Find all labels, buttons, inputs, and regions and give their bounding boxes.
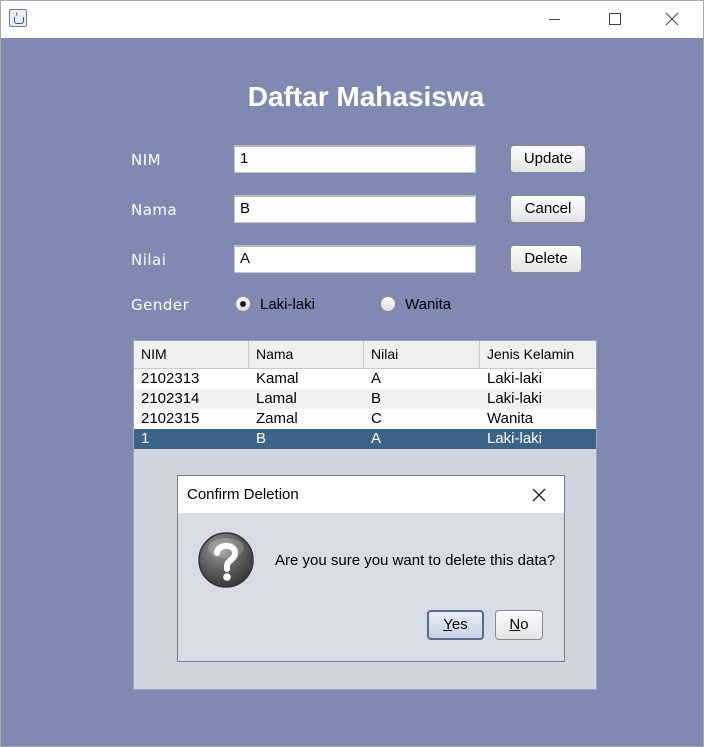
table-row[interactable]: 2102315 Zamal C Wanita (134, 409, 596, 429)
nim-field[interactable]: 1 (234, 145, 476, 173)
column-header-nilai[interactable]: Nilai (364, 341, 480, 368)
cell-nilai: B (371, 390, 382, 407)
cell-nilai: A (371, 430, 382, 447)
no-button[interactable]: No (495, 610, 543, 640)
minimize-button[interactable] (531, 1, 577, 38)
cell-nama: B (256, 430, 267, 447)
window-close-button[interactable] (649, 1, 695, 38)
dialog-title: Confirm Deletion (187, 486, 299, 503)
delete-button[interactable]: Delete (510, 245, 582, 273)
minimize-icon (549, 19, 560, 20)
column-header-jenis-kelamin[interactable]: Jenis Kelamin (480, 341, 596, 368)
java-cup-icon (9, 9, 27, 27)
cell-nilai: C (371, 410, 382, 427)
nim-label: NIM (131, 151, 162, 169)
title-bar[interactable] (1, 1, 703, 38)
cell-nim: 2102313 (141, 370, 200, 387)
maximize-icon (609, 13, 621, 25)
nama-label: Nama (131, 201, 178, 219)
radio-selected-dot (240, 301, 246, 307)
yes-button[interactable]: Yes (427, 610, 484, 640)
column-header-nama[interactable]: Nama (249, 341, 364, 368)
radio-label-wanita[interactable]: Wanita (405, 296, 451, 313)
table-header: NIM Nama Nilai Jenis Kelamin (134, 341, 596, 369)
radio-wanita[interactable] (380, 296, 396, 312)
table-row[interactable]: 2102314 Lamal B Laki-laki (134, 389, 596, 409)
cell-jenis-kelamin: Laki-laki (487, 370, 543, 387)
cell-jenis-kelamin: Wanita (487, 410, 534, 427)
no-mnemonic: N (509, 616, 521, 633)
cell-jenis-kelamin: Laki-laki (487, 430, 543, 447)
page-title: Daftar Mahasiswa (247, 81, 485, 112)
cell-nama: Lamal (256, 390, 297, 407)
maximize-button[interactable] (591, 1, 637, 38)
nilai-field[interactable]: A (234, 245, 476, 273)
nilai-label: Nilai (131, 251, 167, 269)
cell-nim: 2102314 (141, 390, 200, 407)
yes-label: es (451, 616, 468, 633)
update-button[interactable]: Update (510, 145, 586, 173)
cell-nama: Kamal (256, 370, 299, 387)
no-label: o (520, 616, 529, 633)
dialog-message: Are you sure you want to delete this dat… (275, 552, 556, 569)
dialog-close-button[interactable] (530, 486, 548, 504)
table-row-selected[interactable]: 1 B A Laki-laki (134, 429, 596, 449)
cell-nim: 2102315 (141, 410, 200, 427)
close-icon (532, 488, 546, 502)
cancel-button[interactable]: Cancel (510, 195, 586, 223)
cell-nilai: A (371, 370, 382, 387)
cell-jenis-kelamin: Laki-laki (487, 390, 543, 407)
question-icon (198, 532, 254, 588)
app-window: Daftar Mahasiswa NIM 1 Update Nama B Can… (0, 0, 704, 747)
radio-label-laki-laki[interactable]: Laki-laki (260, 296, 315, 313)
close-icon (665, 12, 679, 26)
table-row[interactable]: 2102313 Kamal A Laki-laki (134, 369, 596, 389)
confirm-dialog: Confirm Deletion Are you sure you want t… (177, 475, 565, 662)
column-header-nim[interactable]: NIM (134, 341, 249, 368)
nama-field[interactable]: B (234, 195, 476, 223)
yes-mnemonic: Y (443, 616, 452, 633)
cell-nim: 1 (141, 430, 150, 447)
dialog-title-bar[interactable]: Confirm Deletion (178, 476, 564, 513)
cell-nama: Zamal (256, 410, 298, 427)
gender-label: Gender (131, 296, 190, 314)
radio-laki-laki[interactable] (235, 296, 251, 312)
